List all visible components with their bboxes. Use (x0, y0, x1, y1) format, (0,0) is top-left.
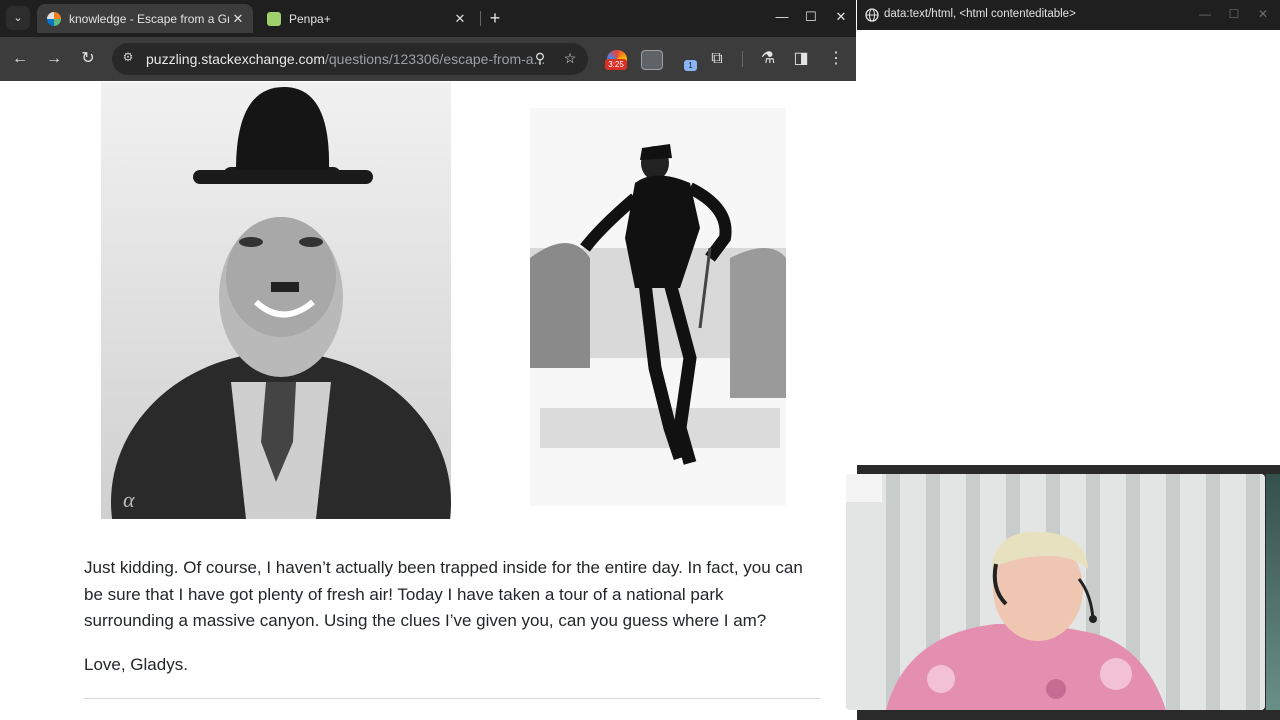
menu-icon[interactable]: ⋮ (826, 49, 846, 69)
tab-knowledge[interactable]: knowledge - Escape from a Gre ✕ (37, 4, 253, 33)
penpa-favicon-icon (267, 11, 281, 26)
browser-window: ⌄ knowledge - Escape from a Gre ✕ Penpa+… (0, 0, 856, 720)
toolbar-separator (742, 51, 743, 67)
page-content: α Just kidding. Of course, I haven’t act… (0, 81, 856, 720)
editable-document[interactable] (857, 30, 1280, 465)
stackexchange-favicon-icon (47, 11, 61, 26)
maximize-icon[interactable]: ☐ (801, 9, 821, 25)
tab-title: Penpa+ (289, 11, 331, 26)
knight-illustration (530, 108, 786, 506)
divider (84, 698, 820, 699)
zoom-icon[interactable]: ⚲ (532, 50, 548, 66)
body-paragraph: Just kidding. Of course, I haven’t actua… (84, 558, 803, 630)
editor-titlebar: data:text/html, <html contenteditable> —… (857, 0, 1280, 30)
tab-search-icon[interactable]: ⌄ (6, 6, 30, 30)
alpha-watermark: α (123, 487, 135, 512)
editor-window-title: data:text/html, <html contenteditable> (884, 8, 1076, 20)
site-settings-icon[interactable]: ⚙ (120, 50, 136, 66)
extensions-icon[interactable]: ⧉ (707, 49, 727, 69)
minimize-icon[interactable]: — (1197, 7, 1213, 21)
extension-image-icon[interactable] (641, 50, 663, 70)
toolbar: ← → ↻ ⚙ puzzling.stackexchange.com/quest… (0, 37, 856, 81)
tab-title: knowledge - Escape from a Gre (69, 11, 229, 26)
close-icon[interactable]: ✕ (1255, 7, 1271, 21)
side-panel-icon[interactable]: ◨ (791, 49, 811, 69)
tab-penpa[interactable]: Penpa+ ✕ (257, 4, 475, 33)
tab-separator (480, 11, 481, 26)
star-icon[interactable]: ☆ (562, 50, 578, 66)
chaplin-photo: α (101, 82, 451, 519)
tab-strip: ⌄ knowledge - Escape from a Gre ✕ Penpa+… (0, 0, 856, 37)
extension-count-badge: 1 (684, 60, 697, 71)
labs-icon[interactable]: ⚗ (758, 49, 778, 69)
webcam-background-edge (1266, 474, 1280, 710)
close-icon[interactable]: ✕ (451, 11, 469, 27)
close-window-icon[interactable]: ✕ (831, 9, 851, 25)
maximize-icon[interactable]: ☐ (1226, 7, 1242, 21)
minimize-icon[interactable]: — (772, 9, 792, 24)
webcam-overlay (846, 474, 1265, 710)
globe-icon (865, 8, 879, 22)
close-icon[interactable]: ✕ (229, 11, 247, 27)
signoff-paragraph: Love, Gladys. (84, 655, 188, 674)
extension-timer-badge: 3:25 (605, 59, 627, 70)
url-text[interactable]: puzzling.stackexchange.com/questions/123… (146, 51, 545, 67)
back-icon[interactable]: ← (10, 49, 30, 69)
new-tab-icon[interactable]: + (486, 8, 504, 28)
forward-icon[interactable]: → (44, 49, 64, 69)
address-bar[interactable]: ⚙ puzzling.stackexchange.com/questions/1… (112, 43, 588, 75)
reload-icon[interactable]: ↻ (78, 49, 98, 69)
